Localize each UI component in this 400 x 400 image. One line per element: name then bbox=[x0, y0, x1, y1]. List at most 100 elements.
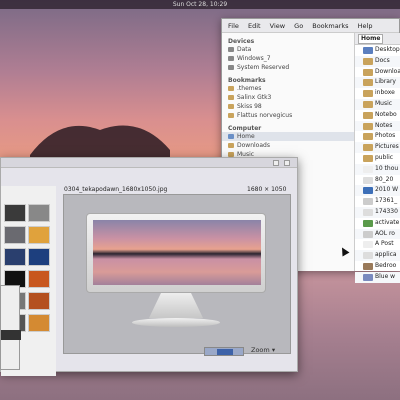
location-button-home[interactable]: Home bbox=[358, 34, 384, 44]
file-item[interactable]: Bedroo bbox=[355, 261, 400, 272]
thumbnail[interactable] bbox=[4, 248, 26, 266]
monitor-base bbox=[132, 318, 220, 327]
file-icon bbox=[363, 144, 373, 152]
file-item[interactable]: 10 thou bbox=[355, 163, 400, 175]
file-icon bbox=[363, 230, 373, 238]
thumbnail[interactable] bbox=[28, 270, 50, 288]
file-item[interactable]: Music bbox=[355, 98, 400, 110]
folder-icon bbox=[228, 95, 234, 100]
sidebar-item-system-reserved[interactable]: System Reserved bbox=[222, 63, 354, 72]
clock[interactable]: Sun Oct 28, 10:29 bbox=[173, 1, 227, 8]
file-item[interactable]: 17361_ bbox=[355, 196, 400, 207]
close-button[interactable] bbox=[284, 160, 290, 166]
file-item[interactable]: applica bbox=[355, 250, 400, 261]
monitor-stand bbox=[149, 293, 203, 318]
file-icon bbox=[363, 252, 373, 260]
menu-bookmarks[interactable]: Bookmarks bbox=[312, 22, 348, 30]
zoom-dropdown[interactable]: Zoom ▾ bbox=[251, 346, 275, 354]
file-icon bbox=[363, 273, 373, 281]
location-bar: Home bbox=[355, 33, 400, 45]
sidebar-item-downloads[interactable]: Downloads bbox=[222, 141, 354, 150]
folder-icon bbox=[228, 104, 234, 109]
file-icon bbox=[363, 79, 373, 87]
sidebar-item-themes[interactable]: .themes bbox=[222, 84, 354, 93]
image-filename: 0304_tekapodawn_1680x1050.jpg bbox=[64, 186, 168, 193]
file-icon bbox=[363, 198, 373, 206]
file-item[interactable]: A Post bbox=[355, 239, 400, 250]
sidebar-item-home[interactable]: Home bbox=[222, 132, 354, 141]
menu-edit[interactable]: Edit bbox=[248, 22, 261, 30]
file-item[interactable]: Downloads bbox=[355, 67, 400, 78]
folder-icon bbox=[228, 113, 234, 118]
file-item[interactable]: inboxe bbox=[355, 88, 400, 99]
menu-file[interactable]: File bbox=[228, 22, 239, 30]
background-color-swatch[interactable] bbox=[204, 347, 244, 356]
sidebar-item-windows7[interactable]: Windows_7 bbox=[222, 54, 354, 63]
sidebar-item-flattus[interactable]: Flattus norvegicus bbox=[222, 111, 354, 120]
sidebar-item-salinx[interactable]: Salinx Gtk3 bbox=[222, 93, 354, 102]
file-item[interactable]: public bbox=[355, 153, 400, 164]
monitor-bezel bbox=[86, 213, 266, 293]
file-item[interactable]: Notes bbox=[355, 120, 400, 132]
drive-icon bbox=[228, 47, 234, 52]
file-item[interactable]: 174330 bbox=[355, 206, 400, 218]
file-icon bbox=[363, 111, 373, 119]
file-item[interactable]: 80_20 bbox=[355, 175, 400, 186]
file-item[interactable]: AOL ro bbox=[355, 228, 400, 240]
file-label: Pictures bbox=[375, 143, 399, 151]
file-label: inboxe bbox=[375, 89, 395, 97]
file-label: Music bbox=[375, 99, 393, 107]
file-label: 17361_ bbox=[375, 197, 398, 205]
sidebar-item-data[interactable]: Data bbox=[222, 45, 354, 54]
file-item[interactable]: Notebo bbox=[355, 110, 400, 121]
menu-help[interactable]: Help bbox=[358, 22, 373, 30]
minimize-button[interactable] bbox=[273, 160, 279, 166]
computer-header: Computer bbox=[228, 125, 262, 132]
file-icon bbox=[363, 100, 373, 108]
file-item[interactable]: Photos bbox=[355, 131, 400, 142]
thumbnail[interactable] bbox=[28, 226, 50, 244]
file-item[interactable]: Pictures bbox=[355, 142, 400, 153]
file-label: Bedroo bbox=[375, 261, 397, 269]
folder-icon bbox=[228, 86, 234, 91]
thumbnail[interactable] bbox=[28, 314, 50, 332]
file-item[interactable]: Desktop bbox=[355, 45, 400, 56]
file-icon bbox=[363, 208, 373, 216]
menu-view[interactable]: View bbox=[270, 22, 285, 30]
file-icon bbox=[363, 165, 373, 173]
thumbnail[interactable] bbox=[4, 204, 26, 222]
partial-dialog-window bbox=[0, 285, 21, 370]
thumbnail[interactable] bbox=[4, 226, 26, 244]
file-label: 80_20 bbox=[375, 175, 394, 183]
drive-icon bbox=[228, 65, 234, 70]
file-label: applica bbox=[375, 251, 397, 259]
menu-go[interactable]: Go bbox=[294, 22, 303, 30]
file-icon bbox=[363, 133, 373, 141]
file-item[interactable]: activate bbox=[355, 218, 400, 229]
file-icon bbox=[363, 176, 373, 184]
sidebar-item-skiss[interactable]: Skiss 98 bbox=[222, 102, 354, 111]
bookmarks-header: Bookmarks bbox=[228, 77, 266, 84]
thumbnail[interactable] bbox=[28, 204, 50, 222]
file-icon bbox=[363, 154, 373, 162]
thumbnail[interactable] bbox=[28, 248, 50, 266]
file-item[interactable]: Library bbox=[355, 77, 400, 89]
file-label: activate bbox=[375, 218, 400, 226]
file-label: Docs bbox=[375, 56, 390, 64]
file-item[interactable]: Docs bbox=[355, 55, 400, 67]
drive-icon bbox=[228, 56, 234, 61]
file-label: Notebo bbox=[375, 110, 397, 118]
wallpaper-preview bbox=[93, 220, 261, 285]
file-label: AOL ro bbox=[375, 229, 395, 237]
monitor-preview-image bbox=[86, 213, 266, 328]
file-item[interactable]: 2010 W bbox=[355, 185, 400, 197]
file-item[interactable]: Blue w bbox=[355, 271, 400, 283]
top-panel: Sun Oct 28, 10:29 bbox=[0, 0, 400, 9]
dialog-dark-strip bbox=[1, 330, 21, 340]
file-icon bbox=[363, 187, 373, 195]
thumbnail[interactable] bbox=[28, 292, 50, 310]
file-icon bbox=[363, 47, 373, 54]
file-icon bbox=[363, 219, 373, 227]
file-label: Downloads bbox=[375, 67, 400, 75]
file-list: Home Desktop Docs Downloads Library inboxe Mu… bbox=[355, 33, 400, 283]
